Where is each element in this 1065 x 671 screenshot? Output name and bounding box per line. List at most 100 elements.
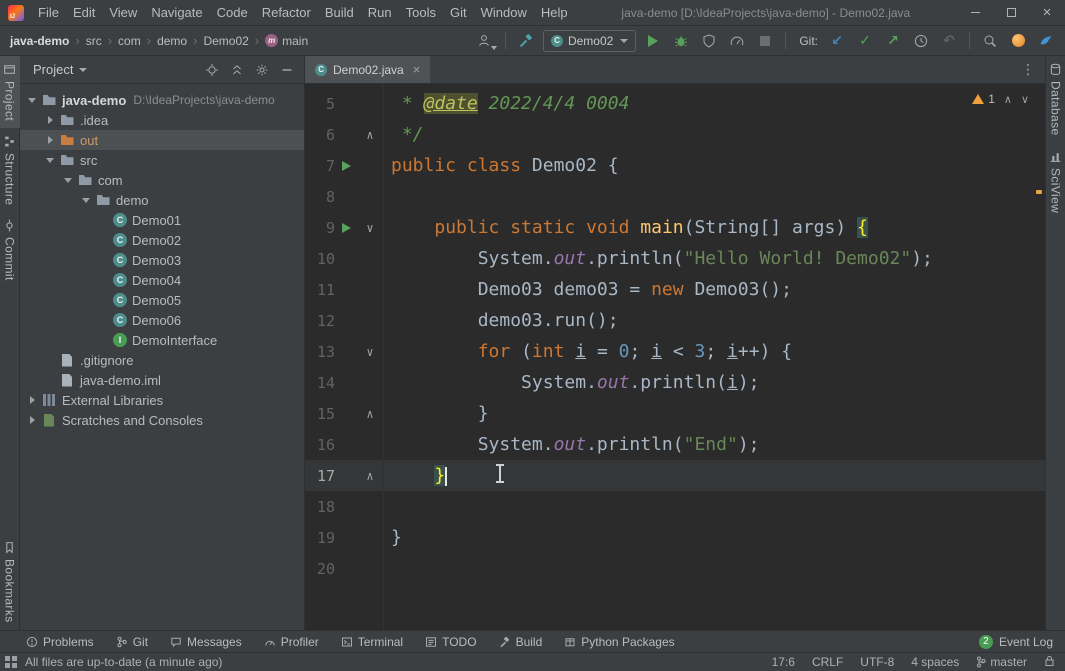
menu-view[interactable]: View <box>102 0 144 25</box>
code-line-20[interactable]: 20 <box>305 553 1045 584</box>
code-line-6[interactable]: 6 ∧ */ <box>305 119 1045 150</box>
breadcrumb-item-demo02[interactable]: Demo02 <box>203 34 248 48</box>
warning-indicator[interactable]: 1 <box>972 92 995 106</box>
tree-item-java-demo-iml[interactable]: java-demo.iml <box>20 370 304 390</box>
chevron-right-icon[interactable] <box>26 393 41 407</box>
settings-gear-icon[interactable] <box>253 61 271 79</box>
tree-item-out[interactable]: out <box>20 130 304 150</box>
menu-file[interactable]: File <box>31 0 66 25</box>
toolwindow-button-profiler[interactable]: Profiler <box>264 635 319 649</box>
toolwindow-button-git[interactable]: Git <box>116 635 148 649</box>
code-line-12[interactable]: 12 demo03.run(); <box>305 305 1045 336</box>
code-line-17[interactable]: 17 ∧ } <box>305 460 1045 491</box>
chevron-down-icon[interactable] <box>44 153 59 167</box>
breadcrumb-item-main[interactable]: m main <box>265 34 308 48</box>
breadcrumb-item-com[interactable]: com <box>118 34 141 48</box>
tree-item-demo01[interactable]: C Demo01 <box>20 210 304 230</box>
minimize-button[interactable] <box>957 0 993 25</box>
breadcrumb-item-src[interactable]: src <box>86 34 102 48</box>
tree-item-demo[interactable]: demo <box>20 190 304 210</box>
code-line-14[interactable]: 14 System.out.println(i); <box>305 367 1045 398</box>
select-opened-file-icon[interactable] <box>203 61 221 79</box>
maximize-button[interactable] <box>993 0 1029 25</box>
chevron-down-icon[interactable] <box>80 193 95 207</box>
next-warning-icon[interactable]: ∨ <box>1021 93 1029 106</box>
stripe-button-commit[interactable]: Commit <box>0 212 20 288</box>
chevron-down-icon[interactable] <box>79 67 88 72</box>
breadcrumb-item-demo[interactable]: demo <box>157 34 187 48</box>
tree-item-demo02[interactable]: C Demo02 <box>20 230 304 250</box>
orange-plugin-icon[interactable] <box>1007 30 1029 52</box>
toolwindow-button-todo[interactable]: TODO <box>425 635 477 649</box>
stripe-button-sciview[interactable]: SciView <box>1046 143 1065 220</box>
menu-window[interactable]: Window <box>474 0 534 25</box>
stripe-button-structure[interactable]: Structure <box>0 128 20 212</box>
menu-build[interactable]: Build <box>318 0 361 25</box>
menu-git[interactable]: Git <box>443 0 474 25</box>
code-line-16[interactable]: 16 System.out.println("End"); <box>305 429 1045 460</box>
previous-warning-icon[interactable]: ∧ <box>1004 93 1012 106</box>
update-project-button[interactable]: ↙ <box>826 30 848 52</box>
tab-options-icon[interactable]: ⋮ <box>1021 62 1035 78</box>
collapse-all-icon[interactable] <box>228 61 246 79</box>
breadcrumb-item-java-demo[interactable]: java-demo <box>10 34 69 48</box>
fold-up-icon[interactable]: ∧ <box>357 470 383 482</box>
menu-navigate[interactable]: Navigate <box>144 0 209 25</box>
fold-up-icon[interactable]: ∧ <box>357 129 383 141</box>
toolwindow-button-terminal[interactable]: Terminal <box>341 635 403 649</box>
chevron-down-icon[interactable] <box>26 93 41 107</box>
tree-item-java-demo[interactable]: java-demo D:\IdeaProjects\java-demo <box>20 90 304 110</box>
tree-item--gitignore[interactable]: .gitignore <box>20 350 304 370</box>
run-config-selector[interactable]: C Demo02 <box>542 29 637 52</box>
build-hammer-icon[interactable] <box>515 30 537 52</box>
code-line-15[interactable]: 15 ∧ } <box>305 398 1045 429</box>
chevron-down-icon[interactable] <box>62 173 77 187</box>
lock-icon[interactable] <box>1044 655 1055 670</box>
tree-item-demo03[interactable]: C Demo03 <box>20 250 304 270</box>
stripe-button-database[interactable]: Database <box>1046 56 1065 143</box>
run-button[interactable] <box>642 30 664 52</box>
code-line-9[interactable]: 9 ∨ public static void main(String[] args… <box>305 212 1045 243</box>
search-everywhere-icon[interactable] <box>979 30 1001 52</box>
tree-item-demointerface[interactable]: I DemoInterface <box>20 330 304 350</box>
tree-item--idea[interactable]: .idea <box>20 110 304 130</box>
toolwindow-button-build[interactable]: Build <box>499 635 542 649</box>
tree-item-scratches-and-consoles[interactable]: Scratches and Consoles <box>20 410 304 430</box>
stripe-button-bookmarks[interactable]: Bookmarks <box>0 534 20 630</box>
menu-tools[interactable]: Tools <box>399 0 443 25</box>
indent-widget[interactable]: 4 spaces <box>911 655 959 669</box>
fold-down-icon[interactable]: ∨ <box>357 222 383 234</box>
chevron-right-icon[interactable] <box>26 413 41 427</box>
code-line-5[interactable]: 5 * @date 2022/4/4 0004 <box>305 88 1045 119</box>
close-button[interactable]: × <box>1029 0 1065 25</box>
chevron-right-icon[interactable] <box>44 133 59 147</box>
tree-item-src[interactable]: src <box>20 150 304 170</box>
debug-button[interactable] <box>670 30 692 52</box>
stop-button[interactable] <box>754 30 776 52</box>
close-tab-icon[interactable]: × <box>413 62 421 77</box>
toolwindow-button-problems[interactable]: Problems <box>26 635 94 649</box>
push-button[interactable]: ↗ <box>882 30 904 52</box>
code-line-7[interactable]: 7 public class Demo02 { <box>305 150 1045 181</box>
tree-item-demo06[interactable]: C Demo06 <box>20 310 304 330</box>
line-ending-widget[interactable]: CRLF <box>812 655 843 669</box>
editor-code[interactable]: 5 * @date 2022/4/4 0004 6 ∧ */ 7 public clas… <box>305 84 1045 630</box>
scrollbar-warning-mark[interactable] <box>1036 190 1042 194</box>
run-gutter-icon[interactable] <box>335 223 357 233</box>
menu-run[interactable]: Run <box>361 0 399 25</box>
caret-position-widget[interactable]: 17:6 <box>772 655 795 669</box>
menu-edit[interactable]: Edit <box>66 0 102 25</box>
menu-code[interactable]: Code <box>210 0 255 25</box>
tree-item-external-libraries[interactable]: External Libraries <box>20 390 304 410</box>
fold-down-icon[interactable]: ∨ <box>357 346 383 358</box>
blue-plugin-icon[interactable] <box>1035 30 1057 52</box>
undo-button[interactable]: ↶ <box>938 30 960 52</box>
run-gutter-icon[interactable] <box>335 161 357 171</box>
code-line-11[interactable]: 11 Demo03 demo03 = new Demo03(); <box>305 274 1045 305</box>
toolwindow-switcher-icon[interactable] <box>5 656 17 668</box>
tab-demo02-java[interactable]: C Demo02.java × <box>305 56 431 83</box>
code-line-8[interactable]: 8 <box>305 181 1045 212</box>
git-branch-widget[interactable]: master <box>976 655 1027 669</box>
coverage-button[interactable] <box>698 30 720 52</box>
chevron-right-icon[interactable] <box>44 113 59 127</box>
